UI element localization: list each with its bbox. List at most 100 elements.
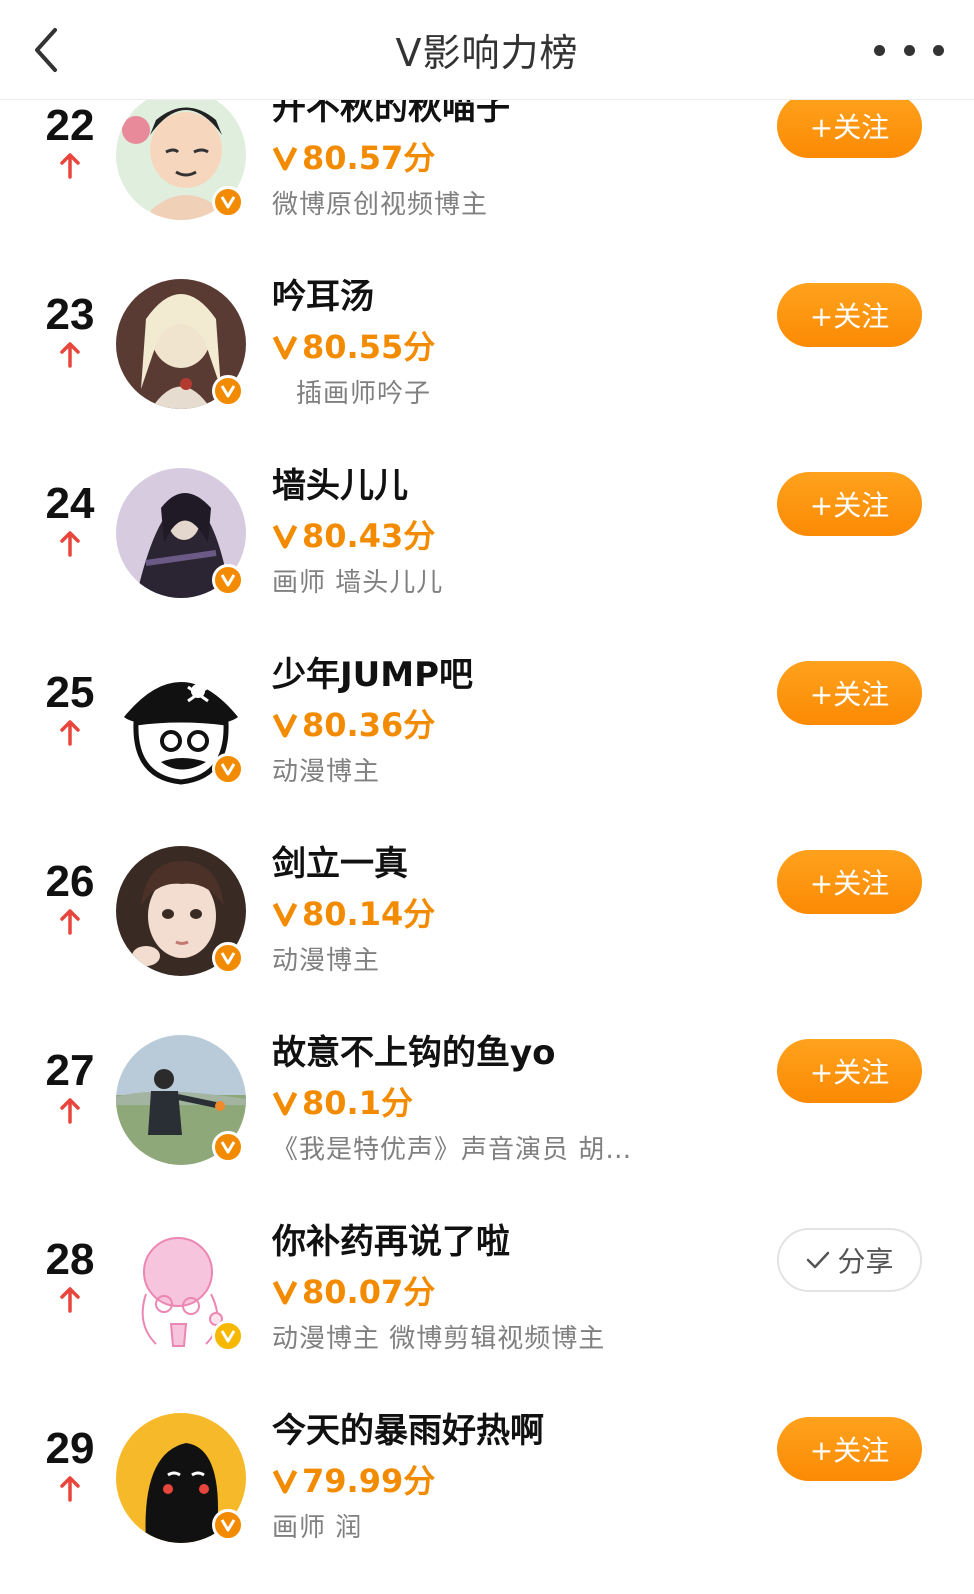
user-description: 插画师吟子 bbox=[296, 379, 432, 409]
rank: 22 bbox=[30, 102, 110, 180]
influence-score: 80.36分 bbox=[302, 706, 436, 744]
user-info: 开不秋的秋喵子 80.57分 微博原创视频博主 bbox=[272, 100, 742, 224]
more-options-button[interactable] bbox=[874, 30, 944, 70]
verified-badge-icon bbox=[212, 1131, 244, 1163]
user-name[interactable]: 剑立一真 bbox=[272, 840, 742, 888]
score-line: 80.57分 bbox=[272, 136, 742, 180]
rank-up-arrow-icon bbox=[60, 1287, 80, 1313]
chevron-left-icon bbox=[35, 28, 57, 72]
avatar[interactable] bbox=[116, 1224, 246, 1354]
follow-button[interactable]: +关注 bbox=[777, 472, 922, 536]
rank-up-arrow-icon bbox=[60, 909, 80, 935]
user-info: 今天的暴雨好热啊 79.99分 画师 润 bbox=[272, 1407, 742, 1547]
score-line: 80.43分 bbox=[272, 514, 742, 558]
user-description: 动漫博主 bbox=[272, 946, 381, 976]
user-name[interactable]: 墙头儿儿 bbox=[272, 462, 742, 510]
v-score-icon bbox=[272, 146, 298, 171]
more-dot-icon bbox=[933, 44, 944, 56]
rank-up-arrow-icon bbox=[60, 1476, 80, 1502]
more-dot-icon bbox=[874, 44, 885, 56]
user-info: 少年JUMP吧 80.36分 动漫博主 bbox=[272, 651, 742, 791]
rank-up-arrow-icon bbox=[60, 720, 80, 746]
v-score-icon bbox=[272, 713, 298, 738]
list-item[interactable]: 29 今天的暴雨好热啊 79.99分 画师 润 +关注 bbox=[0, 1399, 974, 1588]
verified-badge-icon bbox=[212, 1320, 244, 1352]
rank: 25 bbox=[30, 669, 110, 747]
checkmark-icon bbox=[807, 1251, 830, 1269]
list-item[interactable]: 26 剑立一真 80.14分 动漫博主 +关注 bbox=[0, 832, 974, 1021]
top-bar: V影响力榜 bbox=[0, 0, 974, 100]
verified-badge-icon bbox=[212, 942, 244, 974]
rank: 26 bbox=[30, 858, 110, 936]
avatar[interactable] bbox=[116, 846, 246, 976]
user-info: 墙头儿儿 80.43分 画师 墙头儿儿 bbox=[272, 462, 742, 602]
v-score-icon bbox=[272, 1280, 298, 1305]
rank-up-arrow-icon bbox=[60, 153, 80, 179]
follow-button[interactable]: +关注 bbox=[777, 100, 922, 158]
user-description: 画师 墙头儿儿 bbox=[272, 568, 444, 598]
verified-badge-icon bbox=[212, 564, 244, 596]
list-item[interactable]: 25 少年JUMP吧 80.36分 动漫博主 +关注 bbox=[0, 643, 974, 832]
influence-score: 80.57分 bbox=[302, 139, 436, 177]
rank: 28 bbox=[30, 1236, 110, 1314]
influence-score: 80.14分 bbox=[302, 895, 436, 933]
follow-button[interactable]: +关注 bbox=[777, 661, 922, 725]
rank: 27 bbox=[30, 1047, 110, 1125]
list-item[interactable]: 28 你补药再说了啦 80.07分 动漫博主 微博剪辑视频博主 分享 bbox=[0, 1210, 974, 1399]
user-name[interactable]: 开不秋的秋喵子 bbox=[272, 100, 742, 132]
avatar[interactable] bbox=[116, 100, 246, 220]
score-line: 80.55分 bbox=[272, 325, 742, 369]
score-line: 80.1分 bbox=[272, 1081, 742, 1125]
influence-score: 80.43分 bbox=[302, 517, 436, 555]
user-description: 动漫博主 bbox=[272, 757, 381, 787]
verified-badge-icon bbox=[212, 186, 244, 218]
page-title: V影响力榜 bbox=[395, 31, 579, 75]
share-button[interactable]: 分享 bbox=[777, 1228, 922, 1292]
rank: 23 bbox=[30, 291, 110, 369]
influence-score: 80.07分 bbox=[302, 1273, 436, 1311]
more-dot-icon bbox=[903, 44, 915, 56]
avatar[interactable] bbox=[116, 657, 246, 787]
list-item[interactable]: 27 故意不上钩的鱼yo 80.1分 《我是特优声》声音演员 胡… +关注 bbox=[0, 1021, 974, 1210]
score-line: 80.14分 bbox=[272, 892, 742, 936]
follow-button[interactable]: +关注 bbox=[777, 283, 922, 347]
user-name[interactable]: 吟耳汤 bbox=[272, 273, 742, 321]
verified-badge-icon bbox=[212, 375, 244, 407]
ranking-list: 22 开不秋的秋喵子 80.57分 微博原创视频博主 +关注 23 吟耳汤 80… bbox=[0, 100, 974, 1594]
v-score-icon bbox=[272, 335, 298, 360]
user-name[interactable]: 你补药再说了啦 bbox=[272, 1218, 742, 1266]
follow-button[interactable]: +关注 bbox=[777, 1417, 922, 1481]
influence-score: 80.1分 bbox=[302, 1084, 413, 1122]
score-line: 79.99分 bbox=[272, 1459, 742, 1503]
avatar[interactable] bbox=[116, 468, 246, 598]
user-description: 画师 润 bbox=[272, 1513, 363, 1543]
user-description: 微博原创视频博主 bbox=[272, 190, 489, 220]
back-button[interactable] bbox=[24, 22, 68, 78]
influence-score: 80.55分 bbox=[302, 328, 436, 366]
avatar[interactable] bbox=[116, 279, 246, 409]
user-name[interactable]: 今天的暴雨好热啊 bbox=[272, 1407, 742, 1455]
v-score-icon bbox=[272, 1091, 298, 1116]
user-name[interactable]: 故意不上钩的鱼yo bbox=[272, 1029, 742, 1077]
user-description: 《我是特优声》声音演员 胡… bbox=[272, 1135, 633, 1165]
follow-button[interactable]: +关注 bbox=[777, 1039, 922, 1103]
list-item[interactable]: 24 墙头儿儿 80.43分 画师 墙头儿儿 +关注 bbox=[0, 454, 974, 643]
avatar[interactable] bbox=[116, 1035, 246, 1165]
rank: 24 bbox=[30, 480, 110, 558]
rank-up-arrow-icon bbox=[60, 342, 80, 368]
influence-score: 79.99分 bbox=[302, 1462, 436, 1500]
user-info: 剑立一真 80.14分 动漫博主 bbox=[272, 840, 742, 980]
avatar[interactable] bbox=[116, 1413, 246, 1543]
user-info: 你补药再说了啦 80.07分 动漫博主 微博剪辑视频博主 bbox=[272, 1218, 742, 1358]
verified-badge-icon bbox=[212, 1509, 244, 1541]
user-info: 故意不上钩的鱼yo 80.1分 《我是特优声》声音演员 胡… bbox=[272, 1029, 742, 1169]
rank-up-arrow-icon bbox=[60, 531, 80, 557]
v-score-icon bbox=[272, 902, 298, 927]
score-line: 80.07分 bbox=[272, 1270, 742, 1314]
user-name[interactable]: 少年JUMP吧 bbox=[272, 651, 742, 699]
list-item[interactable]: 23 吟耳汤 80.55分 插画师吟子 +关注 bbox=[0, 265, 974, 454]
rank-up-arrow-icon bbox=[60, 1098, 80, 1124]
list-item[interactable]: 22 开不秋的秋喵子 80.57分 微博原创视频博主 +关注 bbox=[0, 100, 974, 265]
follow-button[interactable]: +关注 bbox=[777, 850, 922, 914]
v-score-icon bbox=[272, 524, 298, 549]
